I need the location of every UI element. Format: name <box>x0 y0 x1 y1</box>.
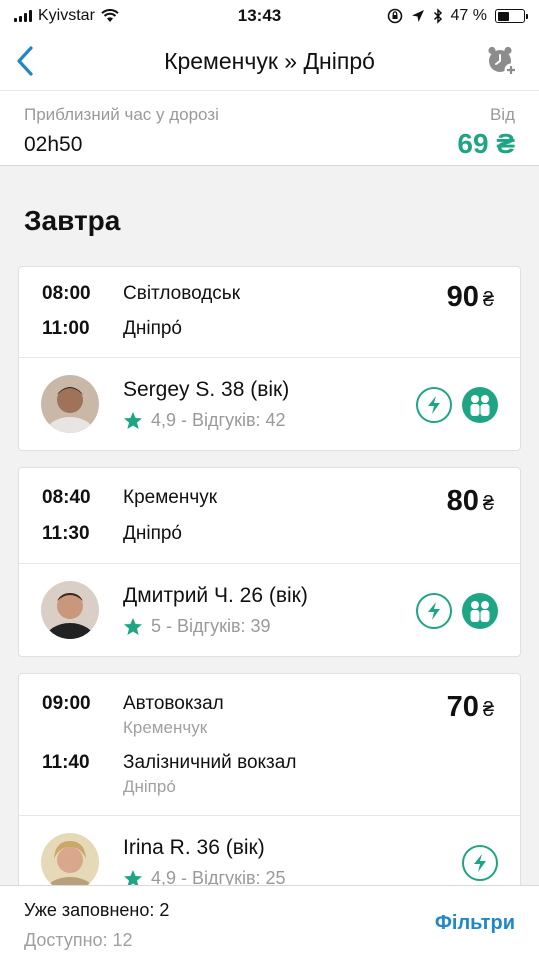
from-price-value: 69 ₴ <box>457 128 515 159</box>
signal-icon <box>14 10 32 22</box>
driver-rating: 5 - Відгуків: 39 <box>123 616 271 637</box>
currency-sign: ₴ <box>482 699 494 721</box>
wifi-icon <box>101 9 119 22</box>
departure-place: Автовокзал <box>123 693 224 714</box>
arrival-time: 11:30 <box>42 523 90 544</box>
currency-sign: ₴ <box>482 289 494 311</box>
trip-card[interactable]: 09:00 Автовокзал Кременчук 11:40 Залізни… <box>18 673 521 903</box>
carrier-name: Kyivstar <box>38 7 95 24</box>
trip-summary: Приблизний час у дорозі 02h50 Від 69 ₴ <box>0 90 539 166</box>
status-bar: Kyivstar 13:43 47 % <box>0 0 539 32</box>
passengers-icon <box>462 593 498 629</box>
driver-name: Sergey S. 38 (вік) <box>123 378 290 401</box>
price-amount: 80 <box>446 485 479 517</box>
trip-route: 09:00 Автовокзал Кременчук 11:40 Залізни… <box>19 674 520 816</box>
duration-label: Приблизний час у дорозі <box>24 105 219 124</box>
lightning-icon <box>462 845 498 881</box>
avatar <box>41 375 99 433</box>
day-header: Завтра <box>24 205 121 236</box>
trip-card[interactable]: 08:40 Кременчук 11:30 Дніпро́ 80 ₴ Дмитри… <box>18 467 521 657</box>
departure-city: Кременчук <box>123 718 208 737</box>
departure-place: Світловодськ <box>123 283 241 304</box>
star-icon <box>124 617 142 635</box>
from-price-label: Від <box>489 105 515 124</box>
rating-text: 5 - Відгуків: 39 <box>151 616 271 636</box>
arrival-place: Дніпро́ <box>123 523 183 544</box>
price-amount: 90 <box>446 281 479 313</box>
lightning-icon <box>416 387 452 423</box>
departure-time: 08:00 <box>42 283 91 304</box>
arrival-city: Дніпро́ <box>123 777 176 796</box>
trip-price: 80 ₴ <box>447 485 494 518</box>
battery-icon <box>495 9 528 23</box>
price-amount: 70 <box>446 691 479 723</box>
clock: 13:43 <box>237 6 282 25</box>
bluetooth-icon <box>433 8 442 24</box>
page-title: Кременчук » Дніпро́ <box>164 47 375 74</box>
driver-info: Sergey S. 38 (вік) 4,9 - Відгуків: 42 <box>19 358 520 450</box>
departure-time: 08:40 <box>42 487 91 508</box>
trip-route: 08:00 Світловодськ 11:00 Дніпро́ 90 ₴ <box>19 267 520 358</box>
departure-place: Кременчук <box>123 487 218 508</box>
currency-sign: ₴ <box>482 493 494 515</box>
arrival-place: Залізничний вокзал <box>123 752 297 773</box>
nav-bar: Кременчук » Дніпро́ <box>0 32 539 90</box>
arrival-time: 11:40 <box>42 752 90 773</box>
passengers-icon <box>462 387 498 423</box>
trip-price: 90 ₴ <box>447 281 494 314</box>
arrival-place: Дніпро́ <box>123 318 183 339</box>
avatar <box>41 833 99 891</box>
add-alert-button[interactable] <box>485 44 519 78</box>
battery-percent: 47 % <box>450 7 487 24</box>
trip-price: 70 ₴ <box>447 691 494 724</box>
back-button[interactable] <box>10 44 40 78</box>
trip-card[interactable]: 08:00 Світловодськ 11:00 Дніпро́ 90 ₴ Ser… <box>18 266 521 451</box>
lightning-icon <box>416 593 452 629</box>
alarm-clock-add-icon <box>488 46 518 77</box>
driver-info: Дмитрий Ч. 26 (вік) 5 - Відгуків: 39 <box>19 564 520 656</box>
star-icon <box>124 411 142 429</box>
driver-name: Irina R. 36 (вік) <box>123 836 265 859</box>
arrival-time: 11:00 <box>42 318 90 339</box>
orientation-lock-icon <box>387 8 402 24</box>
departure-time: 09:00 <box>42 693 91 714</box>
avatar <box>41 581 99 639</box>
trip-route: 08:40 Кременчук 11:30 Дніпро́ 80 ₴ <box>19 468 520 564</box>
bottom-bar: Уже заповнено: 2 Доступно: 12 Фільтри <box>0 885 539 960</box>
filters-button[interactable]: Фільтри <box>435 912 515 935</box>
chevron-left-icon <box>17 46 33 76</box>
driver-rating: 4,9 - Відгуків: 42 <box>123 410 286 431</box>
duration-value: 02h50 <box>24 133 83 156</box>
location-icon <box>411 10 424 22</box>
rating-text: 4,9 - Відгуків: 42 <box>151 410 286 430</box>
driver-name: Дмитрий Ч. 26 (вік) <box>123 584 308 607</box>
